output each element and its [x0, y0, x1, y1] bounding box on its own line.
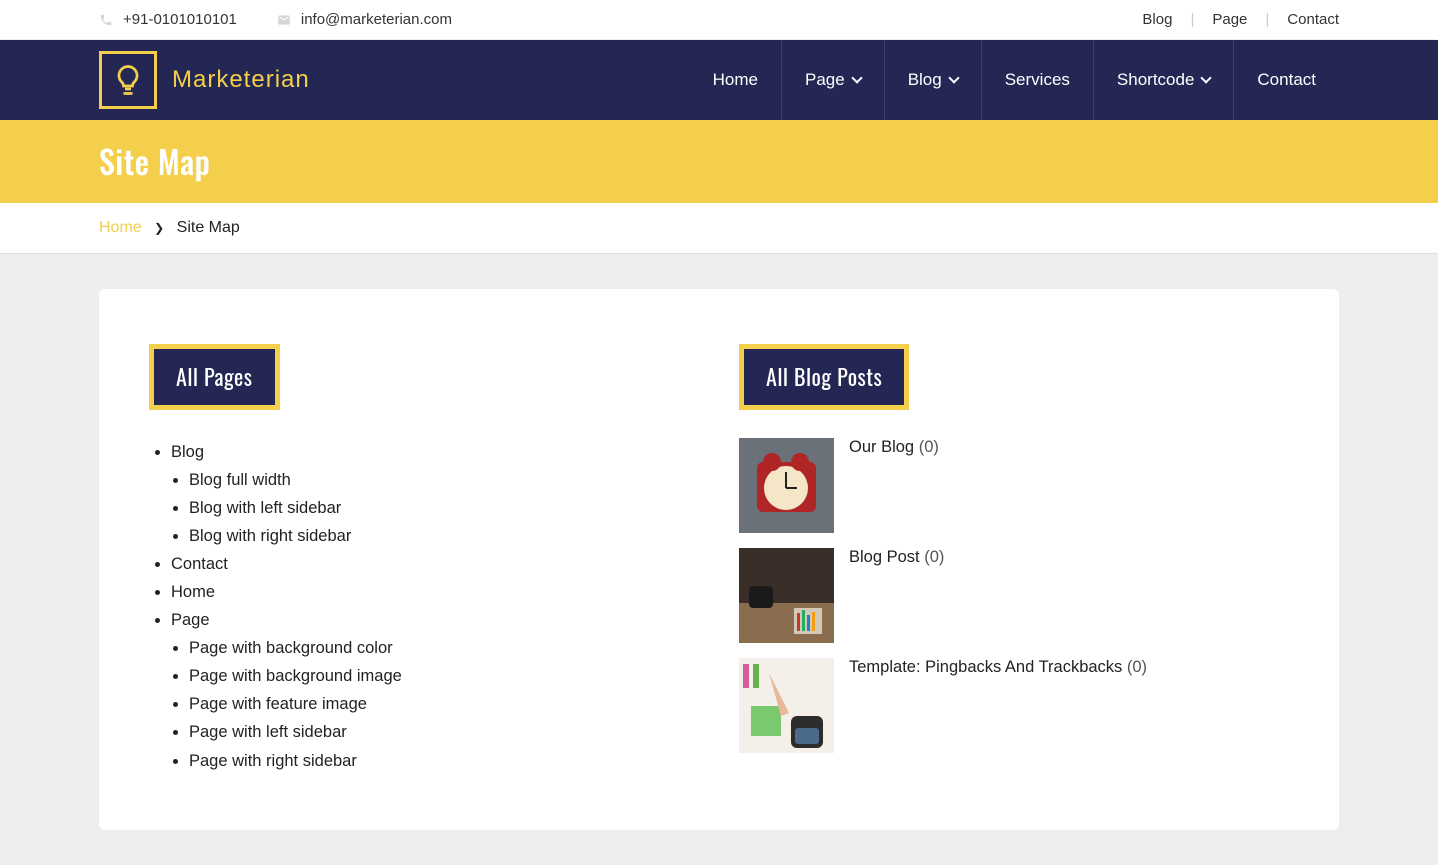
post-count: (0) [924, 548, 944, 566]
page-link[interactable]: Page with right sidebar [189, 752, 357, 770]
page-link[interactable]: Page [171, 611, 210, 629]
top-link-blog[interactable]: Blog [1142, 11, 1172, 28]
page-item: Home [171, 578, 699, 606]
page-item: Page with background color [189, 634, 699, 662]
blog-post-item: Our Blog (0) [739, 438, 1289, 533]
page-link[interactable]: Page with feature image [189, 695, 367, 713]
pages-list: Blog Blog full width Blog with left sideba… [149, 438, 699, 775]
page-item: Page with background image [189, 662, 699, 690]
nav-item-services[interactable]: Services [981, 40, 1093, 120]
nav-item-home[interactable]: Home [690, 40, 781, 120]
posts-list: Our Blog (0)Blog Post (0)Template: Pingb… [739, 438, 1289, 753]
phone-icon [99, 13, 113, 27]
post-thumbnail[interactable] [739, 548, 834, 643]
page-item: Blog Blog full width Blog with left sideba… [171, 438, 699, 550]
page-link[interactable]: Blog with right sidebar [189, 527, 351, 545]
page-link[interactable]: Contact [171, 555, 228, 573]
post-title: Blog Post (0) [849, 548, 944, 567]
nav-menu: Home Page Blog Services Shortcode Contact [690, 40, 1339, 120]
chevron-down-icon [948, 72, 959, 83]
top-links: Blog | Page | Contact [1142, 11, 1339, 28]
posts-column: All Blog Posts Our Blog (0)Blog Post (0)… [739, 344, 1289, 775]
page-item: Contact [171, 550, 699, 578]
section-title-pages: All Pages [149, 344, 280, 410]
page-link[interactable]: Blog with left sidebar [189, 499, 341, 517]
nav-label: Page [805, 70, 845, 90]
page-link[interactable]: Page with left sidebar [189, 723, 347, 741]
page-item: Blog with left sidebar [189, 494, 699, 522]
page-link[interactable]: Home [171, 583, 215, 601]
logo-text: Marketerian [172, 66, 310, 94]
blog-post-item: Blog Post (0) [739, 548, 1289, 643]
top-contact-info: +91-0101010101 info@marketerian.com [99, 11, 452, 28]
nav-label: Shortcode [1117, 70, 1195, 90]
nav-label: Blog [908, 70, 942, 90]
phone-number: +91-0101010101 [123, 11, 237, 28]
section-title-posts: All Blog Posts [739, 344, 909, 410]
page-title: Site Map [99, 138, 1339, 185]
page-item: Page with left sidebar [189, 718, 699, 746]
nav-item-page[interactable]: Page [781, 40, 884, 120]
breadcrumb-home[interactable]: Home [99, 219, 142, 236]
email-icon [277, 13, 291, 27]
divider: | [1190, 11, 1194, 28]
page-link[interactable]: Page with background image [189, 667, 402, 685]
post-thumbnail[interactable] [739, 438, 834, 533]
logo[interactable]: Marketerian [99, 51, 310, 109]
pages-column: All Pages Blog Blog full width Blog with l… [149, 344, 699, 775]
page-link[interactable]: Blog full width [189, 471, 291, 489]
page-item: Page with feature image [189, 690, 699, 718]
top-link-page[interactable]: Page [1212, 11, 1247, 28]
nav-label: Contact [1257, 70, 1316, 90]
divider: | [1265, 11, 1269, 28]
chevron-right-icon: ❯ [154, 221, 164, 235]
page-item: PagePage with background colorPage with … [171, 606, 699, 774]
page-sublist: Page with background color Page with back… [171, 634, 699, 774]
nav-item-blog[interactable]: Blog [884, 40, 981, 120]
logo-icon [99, 51, 157, 109]
chevron-down-icon [1201, 72, 1212, 83]
page-sublist: Blog full width Blog with left sidebar Blo… [171, 466, 699, 550]
blog-post-item: Template: Pingbacks And Trackbacks (0) [739, 658, 1289, 753]
phone-contact[interactable]: +91-0101010101 [99, 11, 237, 28]
nav-label: Home [713, 70, 758, 90]
top-bar: +91-0101010101 info@marketerian.com Blog… [0, 0, 1438, 40]
chevron-down-icon [851, 72, 862, 83]
content-card: All Pages Blog Blog full width Blog with l… [99, 289, 1339, 830]
post-count: (0) [919, 438, 939, 456]
breadcrumb-current: Site Map [177, 219, 240, 236]
email-contact[interactable]: info@marketerian.com [277, 11, 452, 28]
post-thumbnail[interactable] [739, 658, 834, 753]
title-bar: Site Map [0, 120, 1438, 203]
breadcrumb: Home ❯ Site Map [0, 203, 1438, 254]
post-count: (0) [1127, 658, 1147, 676]
page-item: Blog with right sidebar [189, 522, 699, 550]
email-address: info@marketerian.com [301, 11, 452, 28]
nav-label: Services [1005, 70, 1070, 90]
post-link[interactable]: Our Blog [849, 438, 919, 456]
nav-item-shortcode[interactable]: Shortcode [1093, 40, 1234, 120]
page-item: Page with right sidebar [189, 747, 699, 775]
main-nav: Marketerian Home Page Blog Services Shortcod… [0, 40, 1438, 120]
post-link[interactable]: Template: Pingbacks And Trackbacks [849, 658, 1127, 676]
top-link-contact[interactable]: Contact [1287, 11, 1339, 28]
page-link[interactable]: Blog [171, 443, 204, 461]
post-link[interactable]: Blog Post [849, 548, 924, 566]
nav-item-contact[interactable]: Contact [1233, 40, 1339, 120]
page-link[interactable]: Page with background color [189, 639, 393, 657]
page-item: Blog full width [189, 466, 699, 494]
post-title: Template: Pingbacks And Trackbacks (0) [849, 658, 1147, 677]
post-title: Our Blog (0) [849, 438, 939, 457]
